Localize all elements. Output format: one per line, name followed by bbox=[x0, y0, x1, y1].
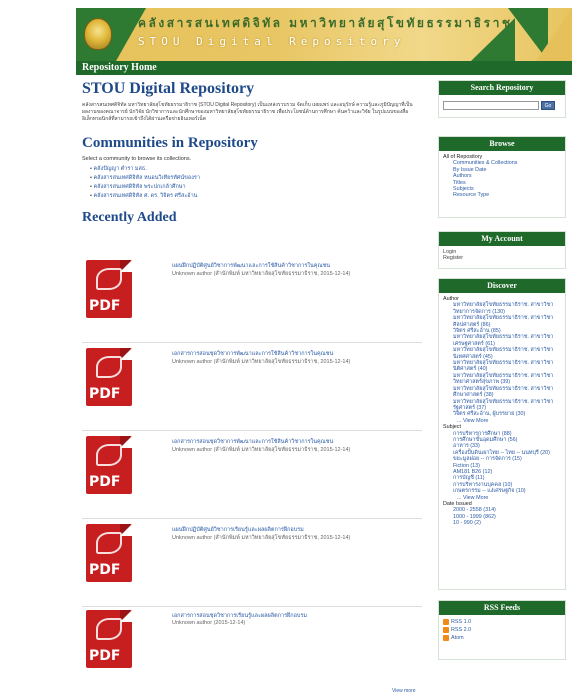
item-title-link[interactable]: เอกสารการสอนชุดวิชาการเรียนรู้และผลผลิตก… bbox=[172, 612, 307, 620]
recent-item: PDF แผนฝึกปฏิบัติศูนย์วิชาการเรียนรู้และ… bbox=[82, 524, 422, 610]
author-facet-link[interactable]: มหาวิทยาลัยสุโขทัยธรรมาธิราช. สาขาวิชาวิ… bbox=[443, 373, 561, 386]
atom-link[interactable]: Atom bbox=[443, 634, 561, 642]
view-more-link[interactable]: View more bbox=[392, 688, 416, 694]
item-title-link[interactable]: แผนฝึกปฏิบัติศูนย์วิชาการเรียนรู้และผลผล… bbox=[172, 526, 304, 534]
search-input[interactable] bbox=[443, 101, 539, 110]
author-facet-link[interactable]: มหาวิทยาลัยสุโขทัยธรรมาธิราช. สาขาวิชานิ… bbox=[443, 360, 561, 373]
rss-icon bbox=[443, 627, 449, 633]
browse-heading: Browse bbox=[439, 137, 565, 151]
discover-heading: Discover bbox=[439, 279, 565, 293]
recent-item: PDF เอกสารการสอนชุดวิชาการพัฒนาและการใช้… bbox=[82, 436, 422, 522]
intro-text: คลังสารสนเทศดิจิทัล มหาวิทยาลัยสุโขทัยธร… bbox=[82, 102, 413, 122]
recent-item: PDF เอกสารการสอนชุดวิชาการเรียนรู้และผลผ… bbox=[82, 610, 422, 696]
author-facet-link[interactable]: มหาวิทยาลัยสุโขทัยธรรมาธิราช. สาขาวิชานิ… bbox=[443, 347, 561, 360]
communities-note: Select a community to browse its collect… bbox=[82, 156, 192, 162]
register-link[interactable]: Register bbox=[443, 255, 561, 261]
rss-icon bbox=[443, 635, 449, 641]
page-title: STOU Digital Repository bbox=[82, 80, 255, 97]
recently-added-heading: Recently Added bbox=[82, 210, 177, 225]
search-box: Search Repository Go bbox=[438, 80, 566, 118]
recent-item: PDF แผนฝึกปฏิบัติศูนย์วิชาการพัฒนาและการ… bbox=[82, 260, 422, 346]
community-link[interactable]: คลังปัญญา ตำรา มสธ. bbox=[90, 165, 422, 174]
author-facet-link[interactable]: มหาวิทยาลัยสุโขทัยธรรมาธิราช. สาขาวิชารั… bbox=[443, 399, 561, 412]
site-banner: คลังสารสนเทศดิจิทัล มหาวิทยาลัยสุโขทัยธร… bbox=[76, 8, 572, 61]
item-author: Unknown author (2015-12-14) bbox=[172, 620, 246, 626]
recent-item: PDF เอกสารการสอนชุดวิชาการพัฒนาและการใช้… bbox=[82, 348, 422, 434]
item-title-link[interactable]: เอกสารการสอนชุดวิชาการพัฒนาและการใช้สินค… bbox=[172, 438, 333, 446]
browse-link[interactable]: Resource Type bbox=[443, 192, 561, 198]
search-go-button[interactable]: Go bbox=[541, 101, 555, 110]
community-link[interactable]: คลังสารสนเทศดิจิทัล หนอนวิเทียรทัศน์ของร… bbox=[90, 174, 422, 183]
pdf-icon[interactable]: PDF bbox=[86, 524, 132, 582]
author-facet-link[interactable]: มหาวิทยาลัยสุโขทัยธรรมาธิราช. สาขาวิชาศิ… bbox=[443, 315, 561, 328]
communities-heading: Communities in Repository bbox=[82, 135, 258, 151]
date-facet-link[interactable]: 10 - 990 (2) bbox=[443, 520, 561, 526]
university-seal-logo[interactable] bbox=[84, 18, 112, 50]
rss-1-link[interactable]: RSS 1.0 bbox=[443, 618, 561, 626]
item-title-link[interactable]: เอกสารการสอนชุดวิชาการพัฒนาและการใช้สินค… bbox=[172, 350, 333, 358]
pdf-icon[interactable]: PDF bbox=[86, 610, 132, 668]
author-facet-link[interactable]: มหาวิทยาลัยสุโขทัยธรรมาธิราช. สาขาวิชาวิ… bbox=[443, 302, 561, 315]
top-navbar: Repository Home bbox=[76, 61, 572, 75]
item-author: Unknown author (สำนักพิมพ์ มหาวิทยาลัยสุ… bbox=[172, 447, 351, 453]
item-author: Unknown author (สำนักพิมพ์ มหาวิทยาลัยสุ… bbox=[172, 359, 351, 365]
rss-box: RSS Feeds RSS 1.0 RSS 2.0 Atom bbox=[438, 600, 566, 660]
item-title-link[interactable]: แผนฝึกปฏิบัติศูนย์วิชาการพัฒนาและการใช้ส… bbox=[172, 262, 330, 270]
pdf-icon[interactable]: PDF bbox=[86, 260, 132, 318]
community-link[interactable]: คลังสารสนเทศดิจิทัล พระปกเกล้าศึกษา bbox=[90, 183, 422, 192]
account-heading: My Account bbox=[439, 232, 565, 246]
community-list: คลังปัญญา ตำรา มสธ. คลังสารสนเทศดิจิทัล … bbox=[90, 165, 422, 201]
site-title-english: STOU Digital Repository bbox=[138, 35, 406, 48]
pdf-icon[interactable]: PDF bbox=[86, 436, 132, 494]
item-author: Unknown author (สำนักพิมพ์ มหาวิทยาลัยสุ… bbox=[172, 535, 351, 541]
author-facet-link[interactable]: มหาวิทยาลัยสุโขทัยธรรมาธิราช. สาขาวิชาเศ… bbox=[443, 334, 561, 347]
page: คลังสารสนเทศดิจิทัล มหาวิทยาลัยสุโขทัยธร… bbox=[76, 8, 572, 698]
search-heading: Search Repository bbox=[439, 81, 565, 95]
rss-heading: RSS Feeds bbox=[439, 601, 565, 615]
account-box: My Account Login Register bbox=[438, 231, 566, 269]
item-author: Unknown author (สำนักพิมพ์ มหาวิทยาลัยสุ… bbox=[172, 271, 351, 277]
main-content: STOU Digital Repository คลังสารสนเทศดิจิ… bbox=[82, 80, 422, 226]
community-link[interactable]: คลังสารสนเทศดิจิทัล ศ. ดร. วิจิตร ศรีสะอ… bbox=[90, 192, 422, 201]
rss-2-link[interactable]: RSS 2.0 bbox=[443, 626, 561, 634]
repository-home-link[interactable]: Repository Home bbox=[82, 62, 157, 73]
author-facet-link[interactable]: มหาวิทยาลัยสุโขทัยธรรมาธิราช. สาขาวิชาศึ… bbox=[443, 386, 561, 399]
rss-icon bbox=[443, 619, 449, 625]
discover-box: Discover Author มหาวิทยาลัยสุโขทัยธรรมาธ… bbox=[438, 278, 566, 590]
browse-box: Browse All of Repository Communities & C… bbox=[438, 136, 566, 218]
site-title-thai: คลังสารสนเทศดิจิทัล มหาวิทยาลัยสุโขทัยธร… bbox=[138, 16, 513, 30]
pdf-icon[interactable]: PDF bbox=[86, 348, 132, 406]
